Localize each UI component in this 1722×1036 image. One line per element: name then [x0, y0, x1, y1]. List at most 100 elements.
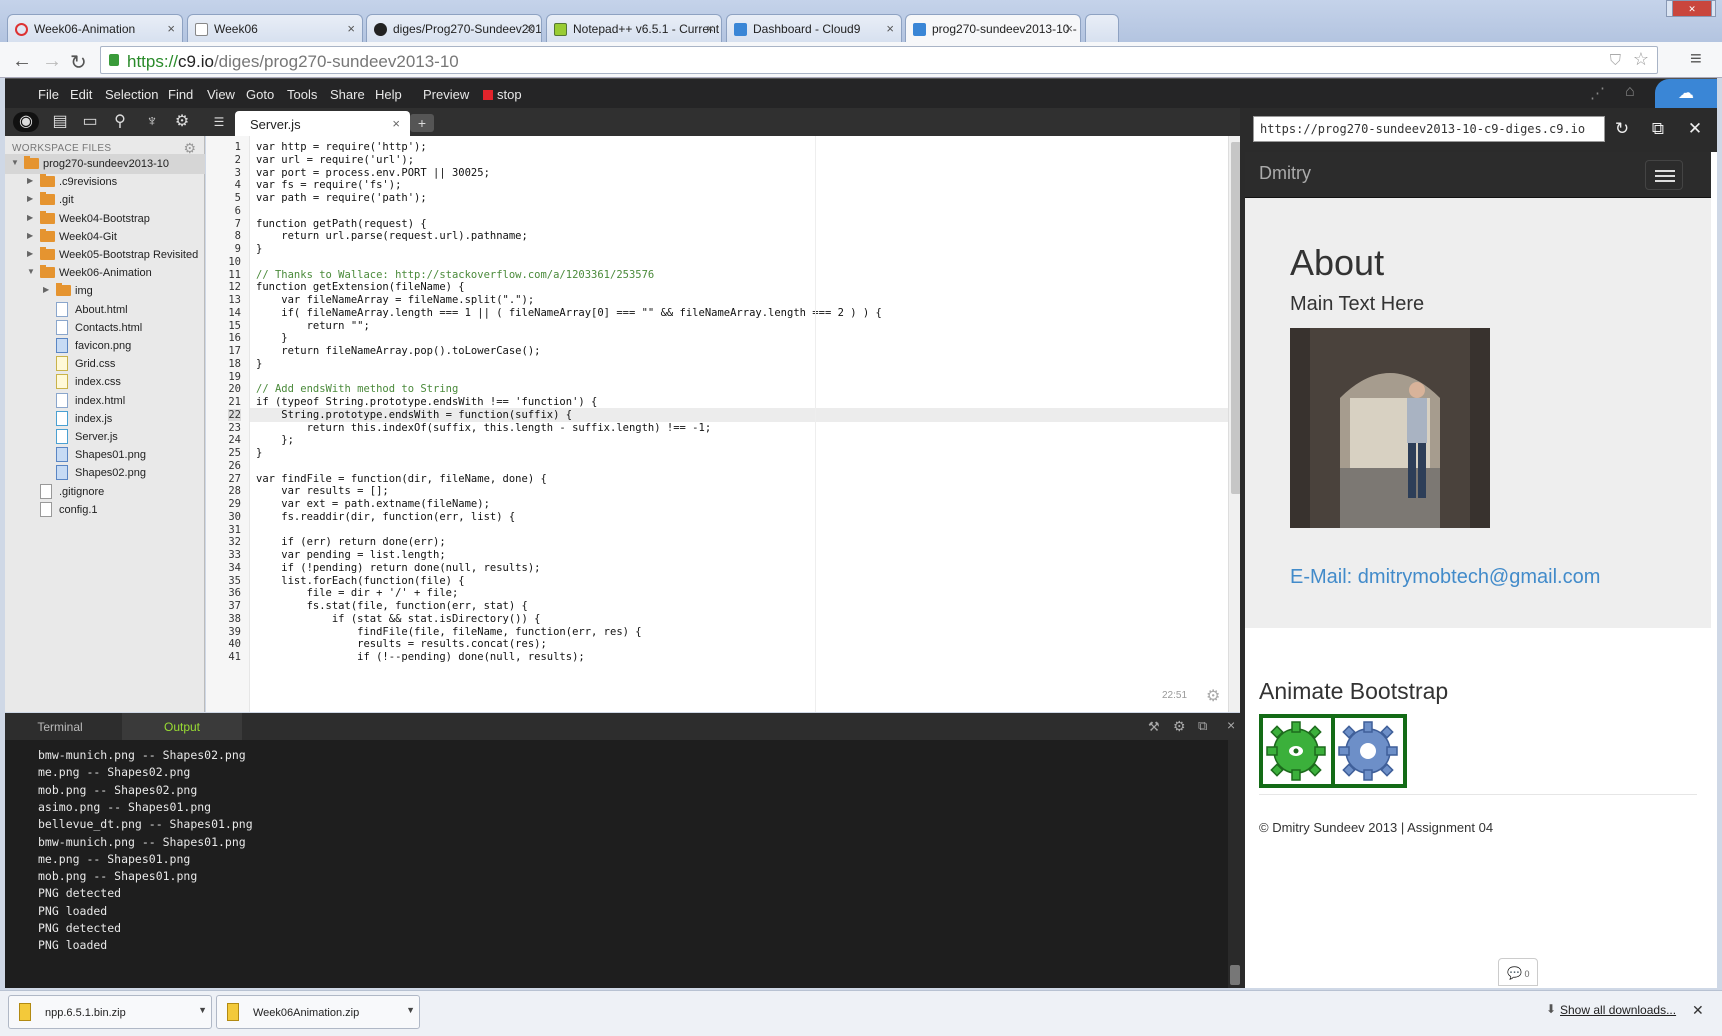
- reload-icon[interactable]: ↻: [70, 50, 87, 75]
- tree-item[interactable]: Server.js: [5, 427, 205, 447]
- download-item[interactable]: npp.6.5.1.bin.zip ▼: [8, 995, 212, 1029]
- menu-share[interactable]: Share: [330, 87, 365, 102]
- close-icon[interactable]: ×: [167, 21, 175, 36]
- tree-item[interactable]: ▶ .c9revisions: [5, 172, 205, 192]
- back-arrow-icon[interactable]: ←: [12, 50, 32, 73]
- download-item[interactable]: Week06Animation.zip ▼: [216, 995, 420, 1029]
- code-editor[interactable]: var http = require('http'); var url = req…: [250, 136, 1230, 712]
- browser-tab-3[interactable]: diges/Prog270-Sundeev2013 ×: [366, 14, 542, 43]
- tree-item[interactable]: Grid.css: [5, 354, 205, 374]
- tree-item[interactable]: ▼ prog270-sundeev2013-10: [5, 154, 205, 174]
- tree-item[interactable]: Shapes02.png: [5, 463, 205, 483]
- close-icon[interactable]: ×: [392, 116, 400, 131]
- menu-view[interactable]: View: [207, 87, 235, 102]
- close-icon[interactable]: ✕: [1682, 117, 1708, 141]
- maximize-panel-icon[interactable]: ⧉: [1198, 718, 1207, 734]
- caret-right-icon[interactable]: ▶: [43, 285, 49, 294]
- hamburger-menu-icon[interactable]: [1645, 160, 1683, 190]
- caret-right-icon[interactable]: ▶: [27, 249, 33, 258]
- forward-arrow-icon[interactable]: →: [42, 50, 62, 73]
- caret-down-icon[interactable]: ▼: [27, 267, 35, 276]
- tree-item[interactable]: Shapes01.png: [5, 445, 205, 465]
- site-brand[interactable]: Dmitry: [1259, 163, 1311, 184]
- folder-panel-icon[interactable]: ▭: [80, 112, 100, 132]
- run-icon[interactable]: ⚲: [110, 112, 130, 132]
- clear-brush-icon[interactable]: ⚒: [1148, 719, 1160, 735]
- file-icon: [56, 447, 68, 463]
- tree-item[interactable]: ▶ .git: [5, 190, 205, 210]
- show-all-downloads-link[interactable]: Show all downloads...: [1560, 1003, 1676, 1017]
- browser-tab-4[interactable]: Notepad++ v6.5.1 - Current ×: [546, 14, 722, 43]
- panel-gear-icon[interactable]: ⚙: [1173, 718, 1186, 735]
- scrollbar-thumb[interactable]: [1230, 965, 1240, 985]
- caret-right-icon[interactable]: ▶: [27, 176, 33, 185]
- refresh-icon[interactable]: ↻: [1609, 117, 1635, 141]
- tree-item[interactable]: favicon.png: [5, 336, 205, 356]
- pane-splitter[interactable]: [1240, 108, 1245, 988]
- editor-gear-icon[interactable]: ⚙: [1206, 686, 1220, 706]
- close-icon[interactable]: ×: [706, 21, 714, 36]
- email-link[interactable]: E-Mail: dmitrymobtech@gmail.com: [1290, 566, 1600, 589]
- caret-right-icon[interactable]: ▶: [27, 194, 33, 203]
- caret-right-icon[interactable]: ▶: [27, 213, 33, 222]
- home-icon[interactable]: ⌂: [1625, 83, 1635, 101]
- menu-tools[interactable]: Tools: [287, 87, 317, 102]
- tree-item-label: index.css: [75, 376, 121, 389]
- chat-button[interactable]: 💬 0: [1498, 958, 1538, 986]
- browser-tab-6[interactable]: prog270-sundeev2013-10 - C ×: [905, 14, 1081, 44]
- menu-goto[interactable]: Goto: [246, 87, 274, 102]
- menu-icon[interactable]: ≡: [1690, 48, 1702, 71]
- new-tab-plus-button[interactable]: +: [410, 114, 434, 132]
- shield-icon[interactable]: ⛉: [1610, 52, 1621, 69]
- new-tab-button[interactable]: [1085, 14, 1119, 43]
- tree-item[interactable]: index.js: [5, 409, 205, 429]
- menu-selection[interactable]: Selection: [105, 87, 158, 102]
- chevron-down-icon[interactable]: ▼: [406, 1005, 415, 1015]
- close-icon[interactable]: ×: [347, 21, 355, 36]
- preview-button[interactable]: Preview: [423, 87, 469, 102]
- caret-right-icon[interactable]: ▶: [27, 231, 33, 240]
- close-window-button[interactable]: ✕: [1672, 0, 1712, 17]
- cloud9-toggle-icon[interactable]: ◉: [13, 112, 39, 132]
- tab-output[interactable]: Output: [122, 713, 242, 740]
- menu-edit[interactable]: Edit: [70, 87, 92, 102]
- tree-item[interactable]: index.html: [5, 391, 205, 411]
- close-panel-icon[interactable]: ×: [1227, 717, 1235, 733]
- browser-tab-5[interactable]: Dashboard - Cloud9 ×: [726, 14, 902, 43]
- tree-item[interactable]: .gitignore: [5, 482, 205, 502]
- tab-list-icon[interactable]: ☰: [209, 112, 229, 132]
- save-file-icon[interactable]: ▤: [50, 112, 70, 132]
- tree-item[interactable]: Contacts.html: [5, 318, 205, 338]
- tree-item[interactable]: ▶ Week04-Git: [5, 227, 205, 247]
- close-icon[interactable]: ×: [526, 21, 534, 36]
- browser-tab-2[interactable]: Week06 ×: [187, 14, 363, 43]
- tree-item[interactable]: About.html: [5, 300, 205, 320]
- menu-help[interactable]: Help: [375, 87, 402, 102]
- cloud9-logo-icon[interactable]: ☁: [1655, 79, 1717, 108]
- preview-url-field[interactable]: https://prog270-sundeev2013-10-c9-diges.…: [1253, 116, 1605, 142]
- chevron-down-icon[interactable]: ▼: [198, 1005, 207, 1015]
- tab-terminal[interactable]: Terminal: [15, 713, 105, 740]
- stop-button[interactable]: stop: [483, 87, 522, 102]
- tree-item[interactable]: ▶ Week04-Bootstrap: [5, 209, 205, 229]
- deploy-icon[interactable]: ♆: [142, 112, 162, 132]
- popout-icon[interactable]: ⧉: [1645, 117, 1671, 141]
- tree-item[interactable]: ▶ Week05-Bootstrap Revisited: [5, 245, 205, 265]
- tree-item-label: Server.js: [75, 431, 118, 443]
- tree-item[interactable]: index.css: [5, 372, 205, 392]
- close-icon[interactable]: ×: [1065, 21, 1073, 36]
- bookmark-star-icon[interactable]: ☆: [1633, 49, 1649, 70]
- caret-down-icon[interactable]: ▼: [11, 158, 19, 167]
- output-console[interactable]: bmw-munich.png -- Shapes02.png me.png -- …: [5, 740, 1228, 988]
- tree-item[interactable]: ▼ Week06-Animation: [5, 263, 205, 283]
- browser-tab-1[interactable]: Week06-Animation ×: [7, 14, 183, 43]
- tree-item[interactable]: config.1: [5, 500, 205, 520]
- close-downloads-icon[interactable]: ✕: [1692, 1002, 1704, 1019]
- menu-find[interactable]: Find: [168, 87, 193, 102]
- url-field[interactable]: https://c9.io/diges/prog270-sundeev2013-…: [100, 46, 1658, 74]
- close-icon[interactable]: ×: [886, 21, 894, 36]
- tree-item[interactable]: ▶ img: [5, 281, 205, 301]
- menu-file[interactable]: File: [38, 87, 59, 102]
- editor-tab-server-js[interactable]: Server.js ×: [235, 111, 410, 137]
- settings-gear-icon[interactable]: ⚙: [172, 112, 192, 132]
